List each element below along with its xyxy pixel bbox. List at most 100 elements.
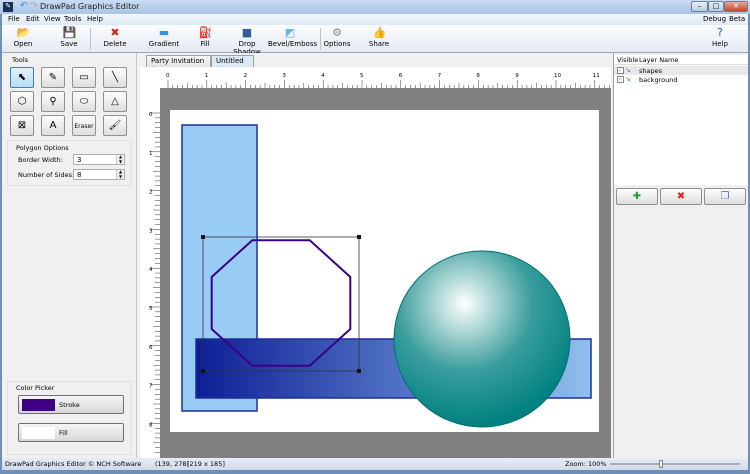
line-icon: ╲: [111, 72, 119, 83]
tab-party-invitation[interactable]: Party Invitation ✕: [146, 55, 211, 73]
layer-name-header: Layer Name: [639, 56, 679, 64]
ruler-label: 3: [149, 228, 153, 234]
sides-input[interactable]: 8 ▲ ▼: [73, 169, 125, 180]
ruler-label: 2: [244, 73, 248, 79]
menu-debug[interactable]: Debug: [703, 15, 726, 23]
eraser-tool-button[interactable]: Eraser: [72, 115, 96, 136]
stroke-swatch: [22, 399, 55, 411]
app-icon: ✎: [3, 2, 13, 12]
drop-shadow-icon: ■: [241, 26, 253, 39]
delete-layer-icon: ✖: [676, 191, 686, 202]
delete-layer-button[interactable]: ✖: [660, 188, 702, 205]
zoom-slider[interactable]: [610, 463, 740, 465]
color-picker-group: Color Picker Stroke Fill: [7, 381, 132, 455]
fill-button[interactable]: ⛽ Fill: [193, 26, 217, 52]
help-button[interactable]: ? Help: [708, 26, 732, 52]
border-width-label: Border Width:: [18, 156, 63, 164]
polygon-tool-button[interactable]: ⬡: [10, 91, 34, 112]
duplicate-layer-icon: ❐: [720, 191, 730, 202]
spinner-arrows-icon[interactable]: ▲ ▼: [116, 169, 124, 179]
eraser-icon: Eraser: [74, 123, 94, 130]
ellipse-tool-button[interactable]: ⬭: [72, 91, 96, 112]
layer-row-shapes[interactable]: ✓ ↘ shapes: [614, 66, 748, 75]
canvas-area[interactable]: 0 1 2 3 4 5 6 7 8 9 10 11 0 1 2 3 4 5 6 7 8: [140, 67, 611, 458]
ruler-label: 0: [149, 112, 153, 118]
layers-header: Visible Layer Name: [614, 55, 748, 65]
toolbar-label: Gradient: [148, 40, 180, 48]
toolbar-separator: [320, 28, 321, 50]
sphere-shape: [393, 250, 571, 428]
border-width-input[interactable]: 3 ▲ ▼: [73, 154, 125, 165]
ruler-label: 6: [399, 73, 403, 79]
maximize-button[interactable]: □: [708, 1, 724, 12]
delete-button[interactable]: ✖ Delete: [100, 26, 130, 52]
fill-color-button[interactable]: Fill: [18, 423, 124, 442]
menu-view[interactable]: View: [44, 15, 61, 23]
ellipse-icon: ⬭: [79, 96, 89, 107]
add-layer-icon: ✚: [632, 191, 642, 202]
menu-tools[interactable]: Tools: [64, 15, 81, 23]
triangle-tool-button[interactable]: △: [103, 91, 127, 112]
redo-icon[interactable]: ↷: [30, 1, 38, 11]
color-picker-title: Color Picker: [16, 384, 55, 392]
save-button[interactable]: 💾 Save: [56, 26, 82, 52]
options-button[interactable]: ⚙ Options: [322, 26, 352, 52]
menu-file[interactable]: File: [8, 15, 20, 23]
visible-header: Visible: [617, 56, 639, 64]
tab-label: Untitled: [216, 57, 244, 65]
pencil-tool-button[interactable]: ✎: [41, 67, 65, 88]
tab-untitled[interactable]: Untitled ✕: [211, 55, 254, 73]
toolbar-label: Bevel/Emboss: [268, 40, 318, 48]
gradient-button[interactable]: ▬ Gradient: [146, 26, 182, 52]
pencil-icon: ✎: [48, 72, 58, 83]
open-button[interactable]: 📂 Open: [10, 26, 36, 52]
spinner-arrows-icon[interactable]: ▲ ▼: [116, 154, 124, 164]
visible-checkbox[interactable]: ✓: [617, 67, 624, 74]
visible-checkbox[interactable]: ✓: [617, 76, 624, 83]
minimize-button[interactable]: –: [691, 1, 708, 12]
duplicate-layer-button[interactable]: ❐: [704, 188, 746, 205]
share-icon: 👍: [372, 26, 387, 39]
stroke-label: Stroke: [59, 401, 80, 409]
menu-edit[interactable]: Edit: [26, 15, 40, 23]
layer-row-background[interactable]: ✓ ↘ background: [614, 75, 748, 84]
bevel-icon: ◩: [284, 26, 296, 39]
menu-bar: File Edit View Tools Help Debug Beta: [2, 14, 748, 25]
brush-tool-button[interactable]: 🖌: [103, 115, 127, 136]
crop-tool-button[interactable]: ⊠: [10, 115, 34, 136]
line-tool-button[interactable]: ╲: [103, 67, 127, 88]
ruler-label: 4: [321, 73, 325, 79]
help-icon: ?: [717, 26, 723, 39]
layer-name: background: [639, 76, 678, 84]
layers-list: ✓ ↘ shapes ✓ ↘ background: [614, 65, 748, 185]
close-button[interactable]: ✕: [724, 1, 748, 12]
gradient-icon: ▬: [158, 26, 170, 39]
ruler-label: 1: [205, 73, 209, 79]
ruler-label: 0: [166, 73, 170, 79]
window-title: DrawPad Graphics Editor: [40, 2, 140, 11]
stroke-color-button[interactable]: Stroke: [18, 395, 124, 414]
eyedropper-tool-button[interactable]: ⚲: [41, 91, 65, 112]
tools-panel: Tools ⬉ ✎ ▭ ╲ ⬡ ⚲ ⬭ △ ⊠ A Eraser 🖌 Polygon Options …: [2, 53, 137, 458]
select-tool-button[interactable]: ⬉: [10, 67, 34, 88]
add-layer-button[interactable]: ✚: [616, 188, 658, 205]
menu-help[interactable]: Help: [87, 15, 103, 23]
menu-beta[interactable]: Beta: [729, 15, 745, 23]
text-tool-button[interactable]: A: [41, 115, 65, 136]
zoom-label: Zoom: 100%: [565, 460, 607, 468]
ruler-label: 9: [515, 73, 519, 79]
ruler-label: 2: [149, 190, 153, 196]
tab-label: Party Invitation: [151, 57, 205, 65]
ruler-label: 8: [149, 422, 153, 428]
ruler-label: 7: [438, 73, 442, 79]
bevel-emboss-button[interactable]: ◩ Bevel/Emboss: [268, 26, 317, 52]
rectangle-tool-button[interactable]: ▭: [72, 67, 96, 88]
undo-icon[interactable]: ↶: [20, 1, 28, 11]
toolbar-label: Options: [323, 40, 351, 48]
zoom-slider-thumb[interactable]: [658, 460, 663, 468]
drop-shadow-button[interactable]: ■ Drop Shadow: [225, 26, 269, 57]
ruler-label: 6: [149, 345, 153, 351]
brush-icon: 🖌: [108, 120, 122, 131]
ruler-label: 7: [149, 384, 153, 390]
share-button[interactable]: 👍 Share: [364, 26, 394, 52]
